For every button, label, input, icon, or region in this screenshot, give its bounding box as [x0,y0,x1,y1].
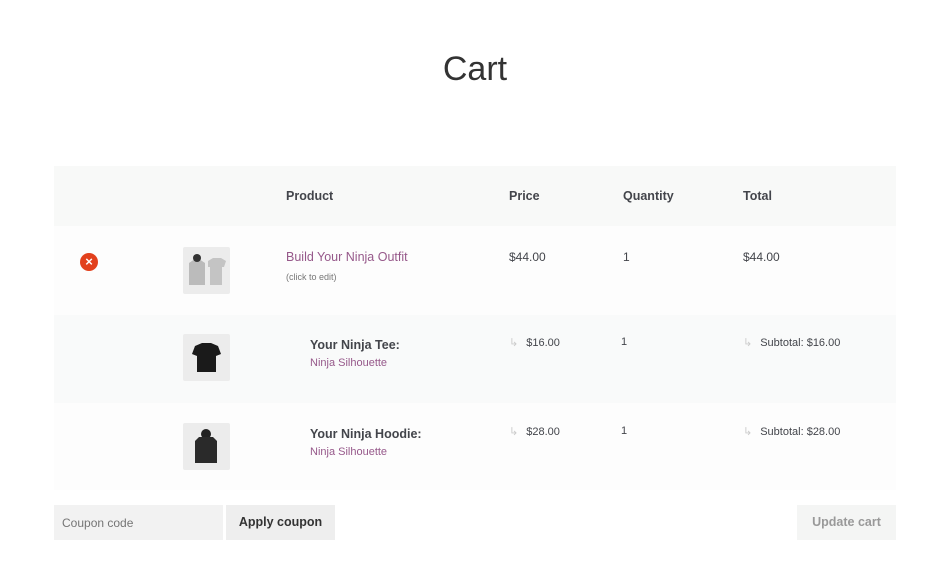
apply-coupon-button[interactable]: Apply coupon [226,505,335,540]
quantity: 1 [623,250,630,264]
header-total: Total [743,189,772,203]
header-quantity: Quantity [623,189,674,203]
product-thumbnail [183,423,230,470]
subtotal: Subtotal: $16.00 [760,337,841,349]
component-variant[interactable]: Ninja Silhouette [310,446,387,458]
child-arrow-icon: ↳ [509,337,519,349]
product-link[interactable]: Build Your Ninja Outfit [286,250,408,264]
subtotal: Subtotal: $28.00 [760,426,841,438]
child-arrow-icon: ↳ [743,426,753,438]
product-thumbnail [183,334,230,381]
component-variant[interactable]: Ninja Silhouette [310,357,387,369]
quantity: 1 [621,336,628,348]
remove-icon[interactable]: × [80,253,98,271]
quantity: 1 [621,425,628,437]
table-row: × Build Your Ninja Outfit (click to edit… [54,226,896,315]
update-cart-button[interactable]: Update cart [797,505,896,540]
child-arrow-icon: ↳ [509,426,519,438]
page-title: Cart [442,50,508,88]
price: $44.00 [509,250,546,264]
product-thumbnail[interactable] [183,247,230,294]
price: $28.00 [526,426,560,438]
table-header: Product Price Quantity Total [54,166,896,226]
price: $16.00 [526,337,560,349]
table-row: Your Ninja Hoodie: Ninja Silhouette ↳ $28… [54,403,896,490]
edit-note[interactable]: (click to edit) [286,272,337,282]
component-label: Your Ninja Hoodie: [310,427,422,441]
header-price: Price [509,189,540,203]
coupon-code-input[interactable] [54,505,223,540]
child-arrow-icon: ↳ [743,337,753,349]
header-product: Product [286,189,334,203]
table-row: Your Ninja Tee: Ninja Silhouette ↳ $16.00… [54,315,896,403]
component-label: Your Ninja Tee: [310,338,400,352]
total: $44.00 [743,250,780,264]
